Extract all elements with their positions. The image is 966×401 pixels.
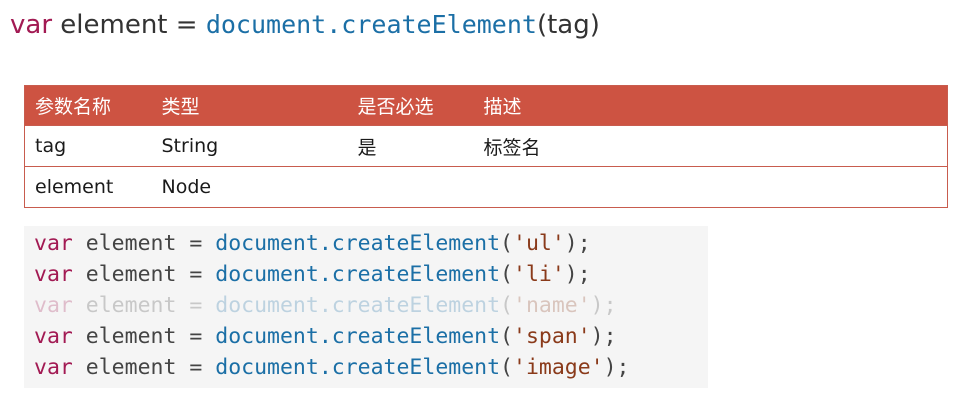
code-operator: = xyxy=(189,324,203,349)
code-close: ); xyxy=(590,324,617,349)
signature-variable: element xyxy=(60,10,168,40)
code-line: var element = document.createElement('na… xyxy=(34,290,708,321)
signature-args: (tag) xyxy=(536,10,600,40)
code-open-paren: ( xyxy=(500,262,513,287)
code-string-arg: 'span' xyxy=(513,324,591,349)
code-keyword: var xyxy=(34,324,73,349)
code-open-paren: ( xyxy=(500,231,513,256)
header-required: 是否必选 xyxy=(357,96,434,118)
cell-param-name: tag xyxy=(35,135,67,157)
code-variable: element xyxy=(85,231,177,256)
code-line: var element = document.createElement('im… xyxy=(34,352,708,383)
code-line: var element = document.createElement('li… xyxy=(34,259,708,290)
code-operator: = xyxy=(189,231,203,256)
code-function: document.createElement xyxy=(215,324,501,349)
code-example-block: var element = document.createElement('ul… xyxy=(24,226,708,388)
header-description: 描述 xyxy=(483,96,522,118)
code-close: ); xyxy=(564,231,591,256)
cell-type: Node xyxy=(161,176,212,198)
header-param-name: 参数名称 xyxy=(35,96,112,118)
code-function: document.createElement xyxy=(215,293,501,318)
signature-call: document.createElement xyxy=(205,10,537,39)
code-close: ); xyxy=(564,262,591,287)
code-string-arg: 'image' xyxy=(513,355,604,380)
code-open-paren: ( xyxy=(500,355,513,380)
code-variable: element xyxy=(85,293,177,318)
code-operator: = xyxy=(189,262,203,287)
code-close: ); xyxy=(590,293,617,318)
code-open-paren: ( xyxy=(500,293,513,318)
code-string-arg: 'ul' xyxy=(513,231,565,256)
code-variable: element xyxy=(85,262,177,287)
code-variable: element xyxy=(85,324,177,349)
code-function: document.createElement xyxy=(215,355,501,380)
table-row: element Node xyxy=(24,166,948,208)
table-header-row: 参数名称 类型 是否必选 描述 xyxy=(24,85,948,126)
code-string-arg: 'name' xyxy=(513,293,591,318)
cell-description: 标签名 xyxy=(483,136,541,159)
code-function: document.createElement xyxy=(215,262,501,287)
code-function: document.createElement xyxy=(215,231,501,256)
signature-keyword: var xyxy=(10,10,53,40)
code-operator: = xyxy=(189,355,203,380)
table-row: tag String 是 标签名 xyxy=(24,125,948,167)
code-open-paren: ( xyxy=(500,324,513,349)
signature-equals: = xyxy=(175,10,198,40)
code-keyword: var xyxy=(34,231,73,256)
cell-required: 是 xyxy=(357,136,377,159)
code-keyword: var xyxy=(34,262,73,287)
code-close: ); xyxy=(603,355,630,380)
signature-line: var element = document.createElement(tag… xyxy=(10,8,600,42)
cell-required xyxy=(348,167,474,208)
code-keyword: var xyxy=(34,293,73,318)
code-variable: element xyxy=(85,355,177,380)
code-keyword: var xyxy=(34,355,73,380)
header-type: 类型 xyxy=(161,96,200,118)
code-string-arg: 'li' xyxy=(513,262,565,287)
cell-description xyxy=(474,167,948,208)
parameter-table: 参数名称 类型 是否必选 描述 tag String 是 标签名 element… xyxy=(24,85,948,208)
code-line: var element = document.createElement('sp… xyxy=(34,321,708,352)
code-operator: = xyxy=(189,293,203,318)
code-line: var element = document.createElement('ul… xyxy=(34,228,708,259)
cell-param-name: element xyxy=(35,176,114,198)
cell-type: String xyxy=(161,135,219,157)
